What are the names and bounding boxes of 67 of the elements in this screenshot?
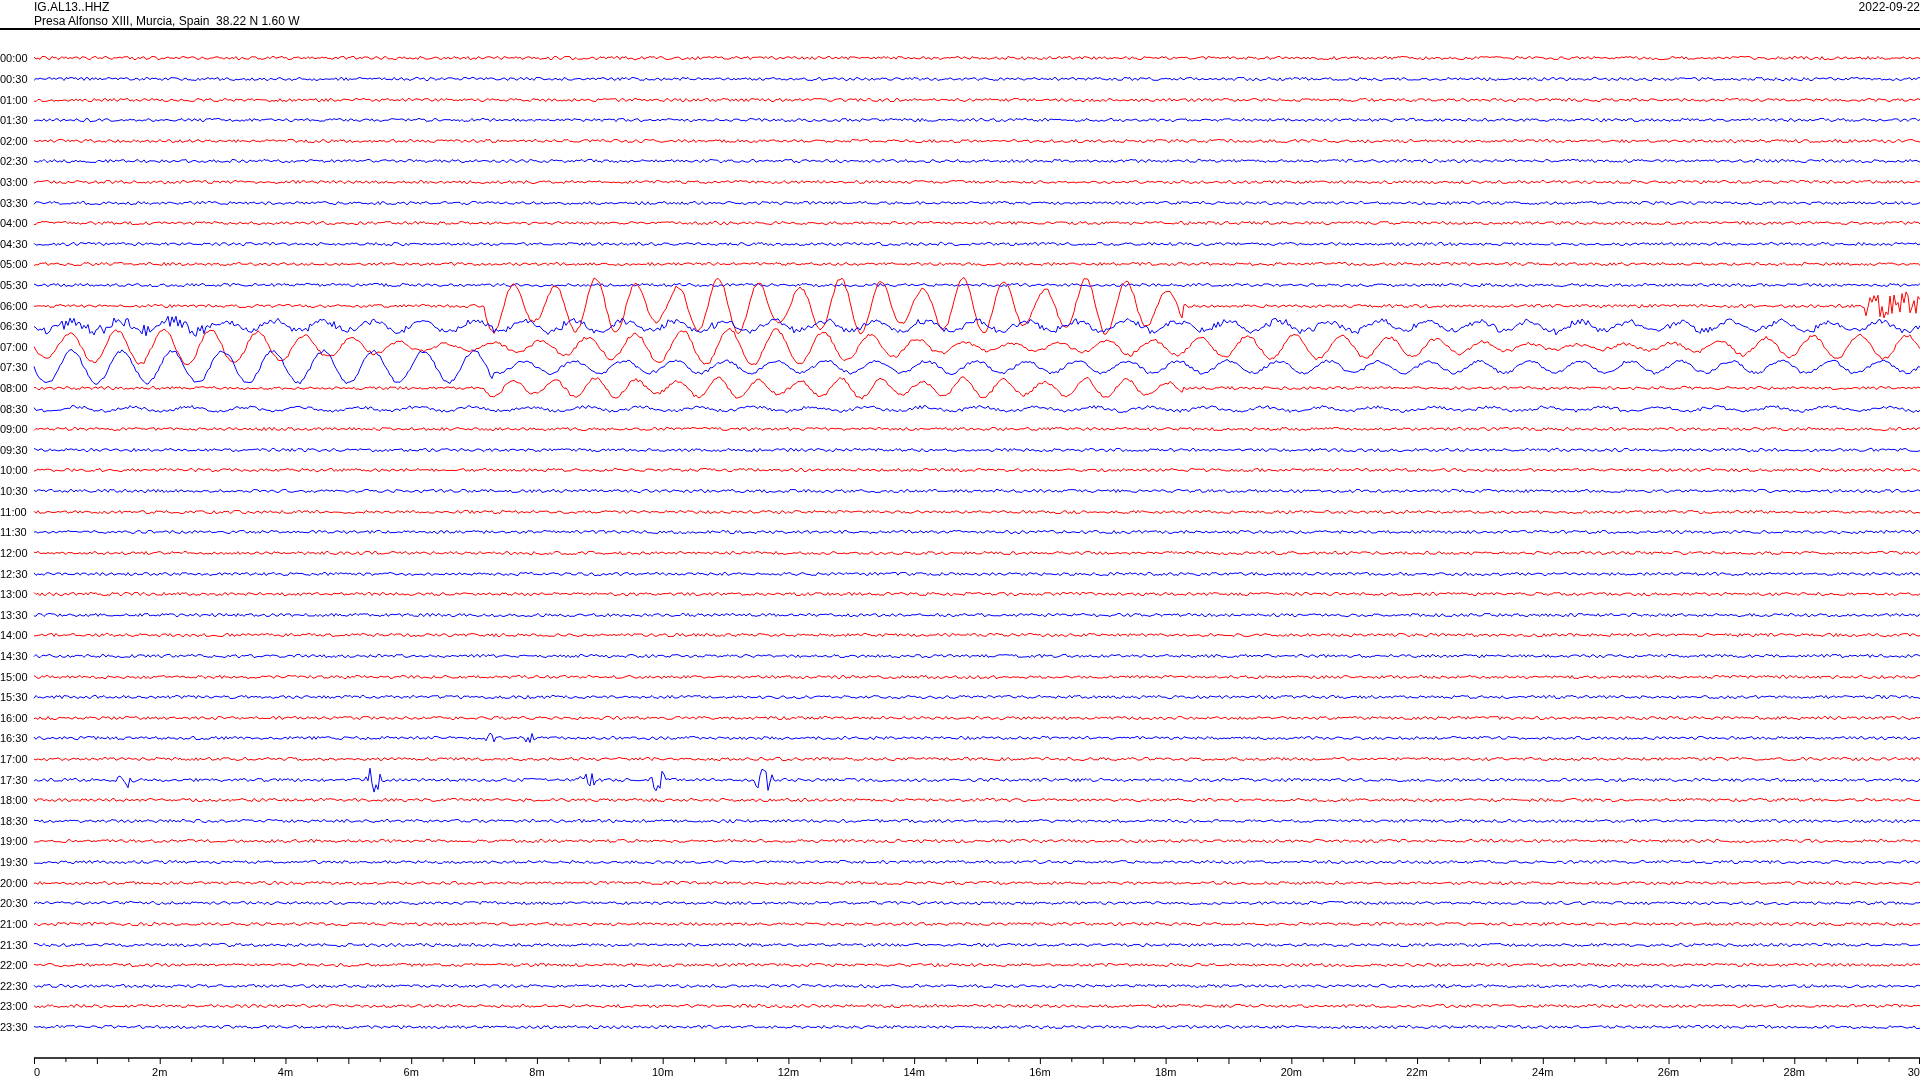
time-label: 14:00 — [0, 629, 29, 642]
axis-tick-label: 6m — [403, 1066, 419, 1079]
time-label: 09:00 — [0, 423, 29, 436]
axis-tick-label: 26m — [1657, 1066, 1680, 1079]
time-label: 06:00 — [0, 299, 29, 312]
time-label: 01:30 — [0, 114, 29, 127]
station-code: IG.AL13..HHZ — [34, 0, 110, 14]
time-label: 01:00 — [0, 93, 29, 106]
time-label: 00:00 — [0, 52, 29, 65]
axis-tick-label: 0 — [33, 1066, 41, 1079]
time-label: 20:30 — [0, 897, 29, 910]
axis-tick-label: 28m — [1783, 1066, 1805, 1079]
axis-tick-label: 22m — [1406, 1066, 1428, 1079]
time-label: 22:00 — [0, 959, 29, 972]
time-label: 09:30 — [0, 443, 29, 456]
time-label: 12:30 — [0, 567, 29, 580]
time-label: 21:30 — [0, 938, 29, 951]
time-label: 12:00 — [0, 546, 29, 559]
time-label: 17:00 — [0, 753, 29, 765]
axis-tick-label: 10m — [651, 1066, 674, 1079]
time-label: 07:00 — [0, 340, 29, 353]
time-label: 19:30 — [0, 856, 29, 869]
axis-tick-label: 12m — [777, 1066, 800, 1079]
time-label: 11:30 — [0, 526, 28, 539]
time-label: 05:00 — [0, 258, 29, 271]
axis-tick-label: 14m — [903, 1066, 925, 1079]
axis-tick-label: 24m — [1532, 1066, 1554, 1079]
axis-tick-label: 4m — [277, 1066, 294, 1079]
time-label: 03:00 — [0, 175, 29, 188]
time-label: 15:00 — [0, 670, 29, 683]
time-label: 13:30 — [0, 608, 29, 621]
axis-tick-label: 18m — [1154, 1066, 1177, 1079]
time-label: 07:30 — [0, 361, 29, 374]
time-label: 06:30 — [0, 320, 29, 333]
time-label: 00:30 — [0, 72, 29, 85]
time-label: 18:30 — [0, 814, 29, 827]
axis-tick-label: 8m — [529, 1066, 545, 1079]
time-label: 20:00 — [0, 876, 29, 889]
time-label: 05:30 — [0, 279, 29, 291]
time-label: 08:00 — [0, 382, 29, 395]
time-label: 02:30 — [0, 155, 29, 168]
time-label: 10:30 — [0, 485, 29, 498]
axis-tick-label: 2m — [152, 1066, 168, 1079]
time-label: 13:00 — [0, 588, 29, 601]
time-label: 23:30 — [0, 1020, 29, 1033]
time-label: 04:00 — [0, 217, 29, 230]
time-label: 03:30 — [0, 196, 29, 209]
time-label: 23:00 — [0, 1000, 29, 1013]
time-label: 19:00 — [0, 835, 29, 848]
axis-tick-label: 20m — [1280, 1066, 1303, 1079]
time-label: 10:00 — [0, 464, 29, 477]
axis-tick-label: 30 — [1907, 1066, 1920, 1079]
time-label: 15:30 — [0, 691, 29, 704]
time-label: 21:00 — [0, 917, 29, 930]
time-label: 16:30 — [0, 732, 29, 745]
time-label: 02:00 — [0, 134, 29, 147]
time-label: 16:00 — [0, 711, 29, 724]
time-label: 08:30 — [0, 402, 29, 415]
time-label: 14:30 — [0, 649, 29, 662]
time-label: 22:30 — [0, 979, 29, 992]
station-location: Presa Alfonso XIII, Murcia, Spain 38.22 N 1.60 W — [34, 14, 300, 28]
time-label: 17:30 — [0, 773, 29, 786]
date-label: 2022-09-22 — [1858, 0, 1920, 14]
time-label: 11:00 — [0, 505, 28, 518]
axis-tick-label: 16m — [1029, 1066, 1051, 1079]
time-label: 18:00 — [0, 794, 29, 807]
time-label: 04:30 — [0, 237, 29, 250]
